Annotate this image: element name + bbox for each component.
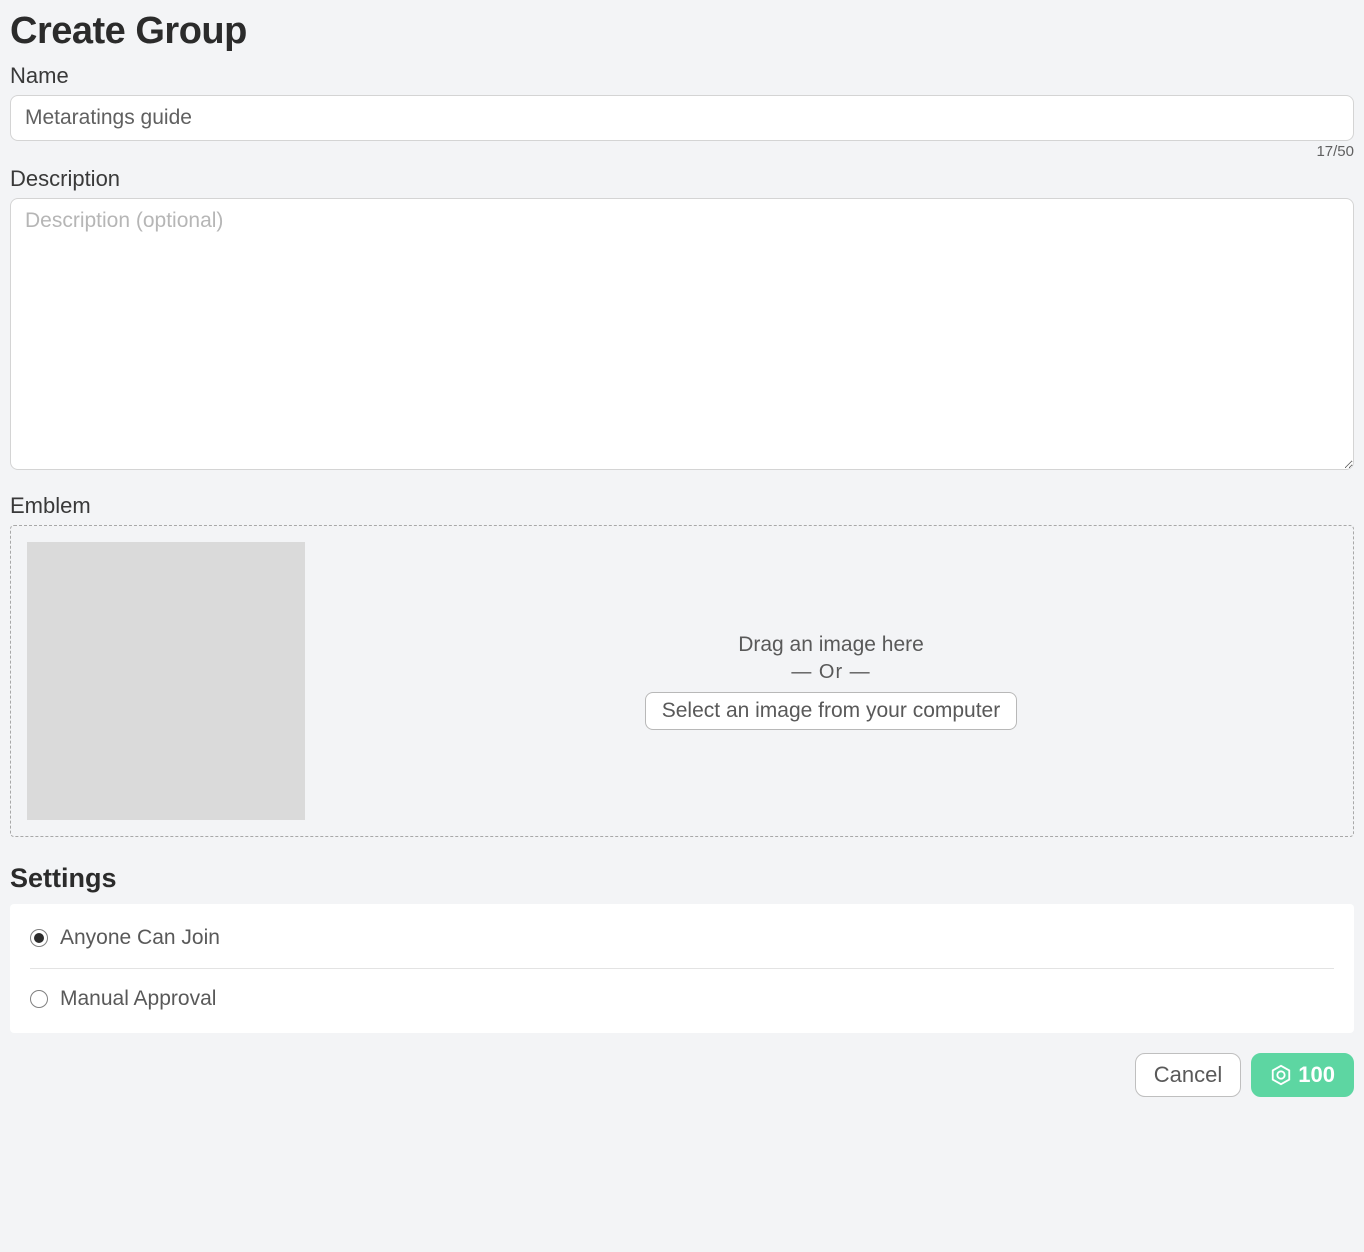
- emblem-drag-text: Drag an image here: [738, 633, 924, 657]
- cancel-button[interactable]: Cancel: [1135, 1053, 1241, 1097]
- setting-option-label: Manual Approval: [60, 987, 216, 1011]
- radio-icon: [30, 990, 48, 1008]
- page-title: Create Group: [10, 10, 1354, 53]
- settings-panel: Anyone Can Join Manual Approval: [10, 904, 1354, 1033]
- create-button[interactable]: 100: [1251, 1053, 1354, 1097]
- description-label: Description: [10, 166, 1354, 192]
- name-input[interactable]: [10, 95, 1354, 141]
- description-input[interactable]: [10, 198, 1354, 470]
- name-label: Name: [10, 63, 1354, 89]
- create-button-cost: 100: [1298, 1062, 1335, 1088]
- robux-icon: [1270, 1064, 1292, 1086]
- emblem-or-text: — Or —: [791, 661, 870, 684]
- emblem-label: Emblem: [10, 493, 1354, 519]
- radio-icon: [30, 929, 48, 947]
- emblem-preview: [27, 542, 305, 820]
- emblem-select-button[interactable]: Select an image from your computer: [645, 692, 1017, 730]
- name-char-count: 17/50: [10, 143, 1354, 160]
- emblem-dropzone[interactable]: Drag an image here — Or — Select an imag…: [10, 525, 1354, 837]
- setting-option-anyone-can-join[interactable]: Anyone Can Join: [30, 908, 1334, 968]
- setting-option-label: Anyone Can Join: [60, 926, 220, 950]
- settings-heading: Settings: [10, 863, 1354, 894]
- setting-option-manual-approval[interactable]: Manual Approval: [30, 968, 1334, 1029]
